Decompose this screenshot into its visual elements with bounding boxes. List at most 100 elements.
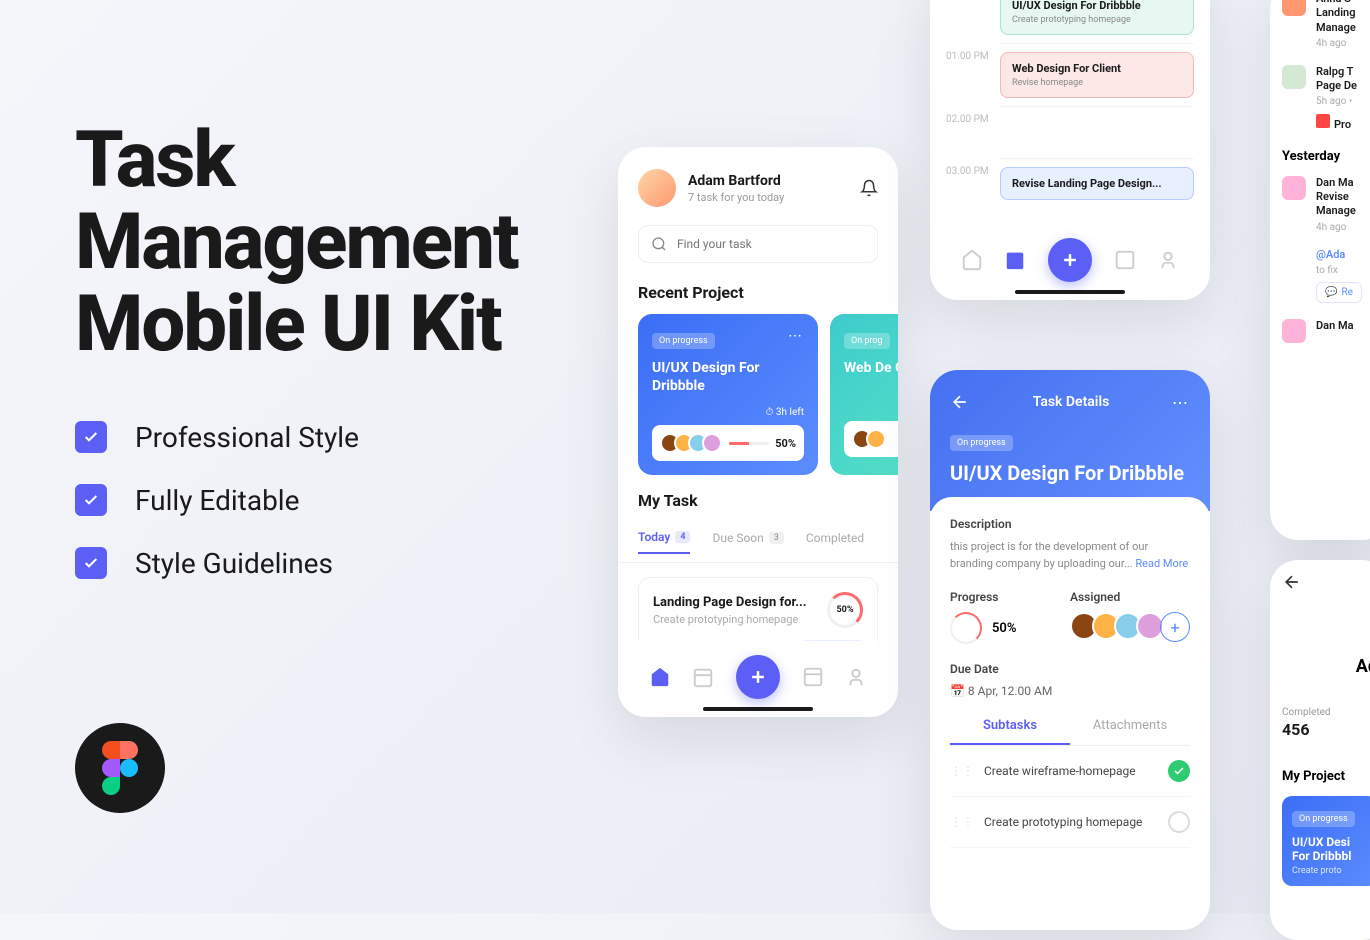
avatar [1282,176,1306,200]
notification-item[interactable]: Anna S Landing Manage 4h ago [1282,0,1370,49]
calendar-event[interactable]: Revise Landing Page Design... [1000,167,1194,200]
profile-icon[interactable] [845,666,867,688]
section-header: Yesterday [1282,149,1370,164]
tab-completed[interactable]: Completed [806,530,864,554]
progress-ring: 50% [827,592,863,628]
add-button[interactable] [736,655,780,699]
check-done-icon[interactable] [1168,760,1190,782]
back-icon[interactable] [950,392,970,412]
drag-handle-icon[interactable]: ⋮⋮ [950,764,974,778]
calendar-event[interactable]: UI/UX Design For DribbbleCreate prototyp… [1000,0,1194,35]
search-icon [651,236,667,252]
recent-project-title: Recent Project [618,277,898,314]
due-date-value: 📅 8 Apr, 12.00 AM [950,684,1190,698]
projects-icon[interactable] [802,666,824,688]
reply-button[interactable]: 💬 Re [1316,282,1362,303]
projects-icon[interactable] [1114,249,1136,271]
page-title: Task Details [1033,394,1110,410]
feature-text: Style Guidelines [135,547,333,580]
check-icon [75,421,107,453]
tab-today[interactable]: Today4 [638,530,690,554]
tab-subtasks[interactable]: Subtasks [950,718,1070,745]
add-assignee-button[interactable]: + [1160,612,1190,642]
avatar-stack: + [1070,612,1190,642]
user-profile[interactable]: Adam Bartford 7 task for you today [638,169,784,207]
pdf-icon [1316,114,1330,128]
time-label: 01.00 PM [946,43,1000,106]
add-button[interactable] [1048,238,1092,282]
search-input[interactable] [638,225,878,263]
calendar-event[interactable]: Web Design For ClientRevise homepage [1000,52,1194,98]
drag-handle-icon[interactable]: ⋮⋮ [950,815,974,829]
progress-ring [950,612,982,644]
user-name: Adam Bartford [688,173,784,189]
home-icon[interactable] [961,249,983,271]
feature-list: Professional Style Fully Editable Style … [75,421,585,580]
back-icon[interactable] [1282,572,1302,592]
project-title: Web De Client [844,359,898,377]
feature-item: Professional Style [75,421,585,454]
avatar [1282,0,1306,16]
tab-due-soon[interactable]: Due Soon3 [712,530,783,554]
check-icon [75,484,107,516]
check-empty-icon[interactable] [1168,811,1190,833]
project-title: UI/UX Desi For Dribbbl [1292,835,1368,863]
home-icon[interactable] [649,666,671,688]
task-details-screen: Task Details ⋯ On progress UI/UX Design … [930,370,1210,930]
tab-attachments[interactable]: Attachments [1070,718,1190,745]
read-more-link[interactable]: Read More [1135,557,1188,570]
profile-screen: Ad Completed 456 My Project On progress … [1270,560,1370,940]
project-card[interactable]: On progress ⋯ UI/UX Design For Dribbble … [638,314,818,475]
task-title: Landing Page Design for... [653,595,807,610]
project-title: UI/UX Design For Dribbble [652,359,804,395]
notification-name: Dan Ma [1316,319,1354,333]
notification-item[interactable]: Dan Ma Revise Manage 4h ago @Ada to fix … [1282,176,1370,303]
more-icon[interactable]: ⋯ [788,328,804,344]
feature-item: Fully Editable [75,484,585,517]
feature-text: Professional Style [135,421,359,454]
calendar-icon[interactable] [692,666,714,688]
avatar [1282,319,1306,343]
feature-text: Fully Editable [135,484,299,517]
status-badge: On prog [844,333,890,349]
notification-name: Ralpg T [1316,65,1357,79]
description-text: this project is for the development of o… [950,539,1190,572]
description-label: Description [950,517,1190,531]
profile-name: Ad [1282,656,1370,677]
time-label: 03.00 PM [946,158,1000,210]
bell-icon[interactable] [860,179,878,197]
more-icon[interactable]: ⋯ [1172,393,1190,412]
subtask-item[interactable]: ⋮⋮Create wireframe-homepage [950,746,1190,797]
project-card[interactable]: On progress UI/UX Desi For Dribbbl Creat… [1282,796,1370,886]
notification-time: 4h ago [1316,38,1356,49]
progress-label: Progress [950,590,1070,604]
notification-item[interactable]: Dan Ma [1282,319,1370,343]
status-badge: On progress [950,435,1013,451]
feature-item: Style Guidelines [75,547,585,580]
assigned-label: Assigned [1070,590,1190,604]
notification-item[interactable]: Ralpg T Page De 5h ago • Pro [1282,65,1370,133]
avatar-stack [660,433,722,453]
search-field[interactable] [677,237,865,251]
status-badge: On progress [1292,811,1355,827]
progress-percent: 50% [775,437,796,450]
check-icon [75,547,107,579]
time-label: 12.00 PM [946,0,1000,43]
home-indicator [703,707,813,711]
calendar-icon[interactable] [1004,249,1026,271]
home-screen: Adam Bartford 7 task for you today Recen… [618,147,898,717]
time-left: ⏱ 3h left [766,407,804,418]
my-task-title: My Task [618,485,898,522]
user-subtitle: 7 task for you today [688,191,784,204]
mention[interactable]: @Ada [1316,248,1345,261]
home-indicator [1015,290,1125,294]
profile-icon[interactable] [1157,249,1179,271]
project-card[interactable]: On prog Web De Client [830,314,898,475]
subtask-item[interactable]: ⋮⋮Create prototyping homepage [950,797,1190,848]
status-badge: On progress [652,333,715,349]
hero-title: Task Management Mobile UI Kit [75,120,585,366]
stat-value: 456 [1282,720,1370,739]
notification-name: Dan Ma [1316,176,1362,190]
section-header: My Project [1282,769,1370,784]
notifications-screen: Anna S Landing Manage 4h ago Ralpg T Pag… [1270,0,1370,540]
